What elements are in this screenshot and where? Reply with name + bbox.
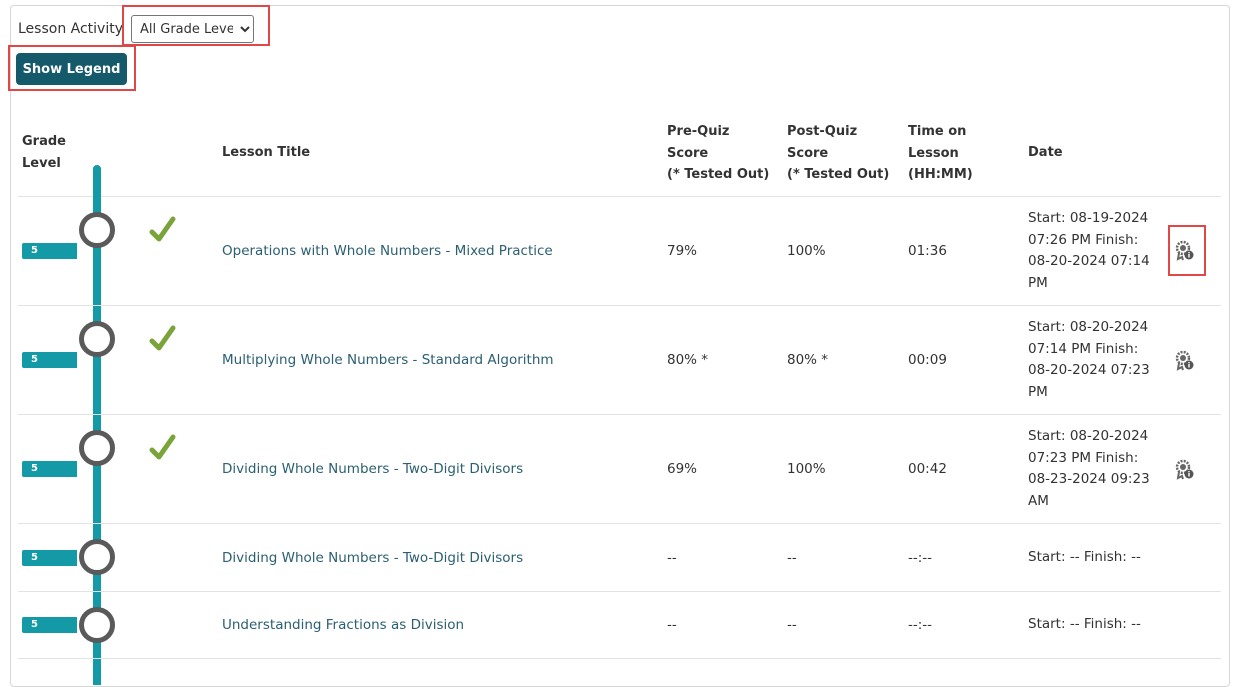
row-divider xyxy=(18,523,1221,524)
lesson-date: Start: -- Finish: -- xyxy=(1028,547,1168,569)
header-pre-line3: (* Tested Out) xyxy=(667,167,770,182)
pre-quiz-score: 79% xyxy=(667,243,698,259)
date-line: 07:14 PM Finish: xyxy=(1028,340,1139,357)
header-pre-line2: Score xyxy=(667,145,709,161)
header-pre-quiz: Pre-Quiz Score (* Tested Out) xyxy=(667,121,769,186)
lesson-title-link[interactable]: Operations with Whole Numbers - Mixed Pr… xyxy=(222,243,553,259)
highlight-box-select xyxy=(122,5,270,46)
date-line: Start: 08-20-2024 xyxy=(1028,319,1149,335)
post-quiz-score: 100% xyxy=(787,243,826,259)
header-post-line1: Post-Quiz xyxy=(787,124,858,139)
lesson-title-link[interactable]: Understanding Fractions as Division xyxy=(222,617,464,633)
date-line: 07:26 PM Finish: xyxy=(1028,231,1139,248)
grade-badge: 5 xyxy=(22,617,77,633)
header-pre-line1: Pre-Quiz xyxy=(667,124,730,139)
header-grade-line1: Grade xyxy=(22,134,66,149)
pre-quiz-score: 80% * xyxy=(667,352,709,368)
timeline-node xyxy=(79,607,115,643)
header-post-line3: (* Tested Out) xyxy=(787,167,890,182)
header-time-on-lesson: Time on Lesson (HH:MM) xyxy=(908,121,973,186)
check-icon xyxy=(149,216,176,242)
date-line: Start: 08-19-2024 xyxy=(1028,210,1149,226)
header-post-quiz: Post-Quiz Score (* Tested Out) xyxy=(787,121,889,186)
lesson-title-link[interactable]: Multiplying Whole Numbers - Standard Alg… xyxy=(222,352,554,368)
header-divider xyxy=(18,196,1221,197)
highlight-box-award xyxy=(1168,225,1206,276)
pre-quiz-score: -- xyxy=(667,550,677,566)
grade-badge: 5 xyxy=(22,243,77,259)
time-on-lesson: 00:42 xyxy=(908,461,947,477)
pre-quiz-score: 69% xyxy=(667,461,698,477)
timeline-node xyxy=(79,539,115,575)
date-line: 08-20-2024 07:14 xyxy=(1028,253,1150,270)
grade-badge: 5 xyxy=(22,461,77,477)
award-info-icon[interactable] xyxy=(1173,349,1195,371)
header-time-line2: Lesson xyxy=(908,145,959,161)
lesson-title-link[interactable]: Dividing Whole Numbers - Two-Digit Divis… xyxy=(222,550,523,566)
row-divider xyxy=(18,305,1221,306)
check-icon xyxy=(149,325,176,351)
lesson-date: Start: 08-20-2024 07:23 PM Finish: 08-23… xyxy=(1028,426,1168,513)
post-quiz-score: -- xyxy=(787,550,797,566)
post-quiz-score: 80% * xyxy=(787,352,829,368)
date-line: Start: -- Finish: -- xyxy=(1028,549,1141,565)
check-icon xyxy=(149,434,176,460)
time-on-lesson: 01:36 xyxy=(908,243,947,259)
date-line: PM xyxy=(1028,384,1048,401)
header-time-line1: Time on xyxy=(908,124,967,139)
row-divider xyxy=(18,414,1221,415)
header-date: Date xyxy=(1028,145,1063,160)
date-line: Start: -- Finish: -- xyxy=(1028,616,1141,632)
lesson-date: Start: 08-20-2024 07:14 PM Finish: 08-20… xyxy=(1028,317,1168,404)
grade-badge: 5 xyxy=(22,352,77,368)
grade-badge: 5 xyxy=(22,550,77,566)
pre-quiz-score: -- xyxy=(667,617,677,633)
date-line: Start: 08-20-2024 xyxy=(1028,428,1149,444)
date-line: 08-20-2024 07:23 xyxy=(1028,362,1150,379)
header-grade-level: Grade Level xyxy=(22,131,66,174)
date-line: 08-23-2024 09:23 xyxy=(1028,471,1150,488)
timeline-node xyxy=(79,430,115,466)
award-info-icon[interactable] xyxy=(1173,458,1195,480)
highlight-box-legend xyxy=(8,45,136,91)
lesson-title-link[interactable]: Dividing Whole Numbers - Two-Digit Divis… xyxy=(222,461,523,477)
time-on-lesson: --:-- xyxy=(908,550,933,566)
timeline-node xyxy=(79,212,115,248)
header-grade-line2: Level xyxy=(22,155,61,171)
time-on-lesson: --:-- xyxy=(908,617,933,633)
lesson-date: Start: -- Finish: -- xyxy=(1028,614,1168,636)
lesson-activity-label: Lesson Activity xyxy=(18,21,123,37)
header-time-line3: (HH:MM) xyxy=(908,167,973,182)
date-line: AM xyxy=(1028,493,1049,510)
time-on-lesson: 00:09 xyxy=(908,352,947,368)
timeline-node xyxy=(79,321,115,357)
post-quiz-score: 100% xyxy=(787,461,826,477)
lesson-date: Start: 08-19-2024 07:26 PM Finish: 08-20… xyxy=(1028,208,1168,295)
header-lesson-title: Lesson Title xyxy=(222,145,311,160)
header-post-line2: Score xyxy=(787,145,829,161)
post-quiz-score: -- xyxy=(787,617,797,633)
row-divider xyxy=(18,658,1221,659)
date-line: PM xyxy=(1028,275,1048,292)
row-divider xyxy=(18,591,1221,592)
date-line: 07:23 PM Finish: xyxy=(1028,449,1139,466)
